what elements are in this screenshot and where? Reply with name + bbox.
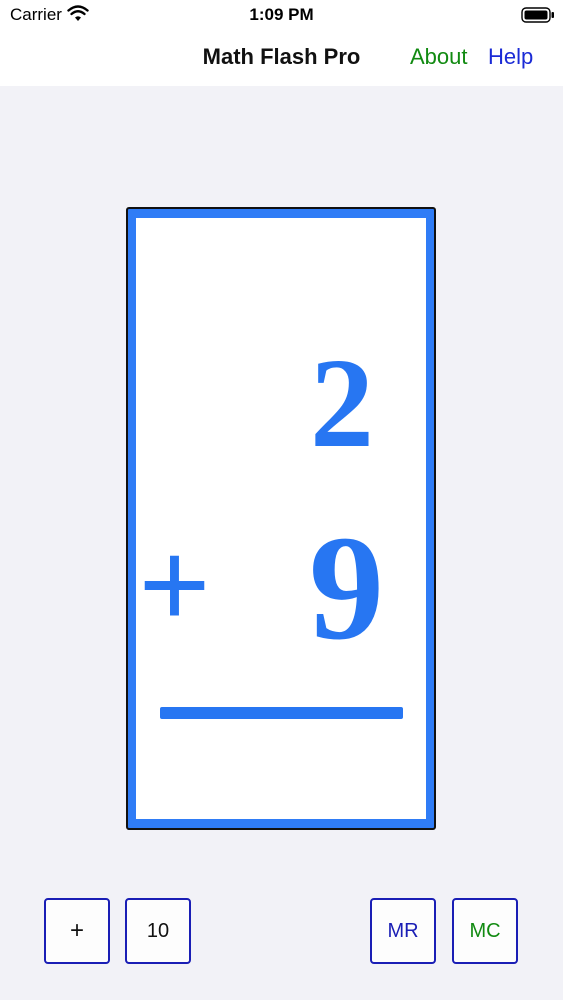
about-button[interactable]: About: [410, 44, 468, 70]
app-title: Math Flash Pro: [202, 44, 361, 69]
answer-line: [160, 707, 403, 719]
flash-card-problem: 2 + 9: [138, 332, 403, 719]
top-operand: 2: [310, 332, 374, 474]
status-time: 1:09 PM: [249, 5, 314, 24]
range-button[interactable]: 10: [125, 898, 191, 964]
navigation-bar: Math Flash Pro About Help: [0, 34, 563, 86]
flash-card[interactable]: 2 + 9: [126, 207, 436, 830]
help-button[interactable]: Help: [488, 44, 533, 70]
operator-sign: +: [138, 514, 211, 656]
battery-icon: [521, 7, 554, 23]
status-bar: Carrier 1:09 PM: [0, 0, 563, 34]
flash-card-face: 2 + 9: [136, 218, 426, 819]
operation-button[interactable]: +: [44, 898, 110, 964]
memory-clear-button[interactable]: MC: [452, 898, 518, 964]
bottom-operand: 9: [309, 505, 384, 671]
memory-recall-button[interactable]: MR: [370, 898, 436, 964]
